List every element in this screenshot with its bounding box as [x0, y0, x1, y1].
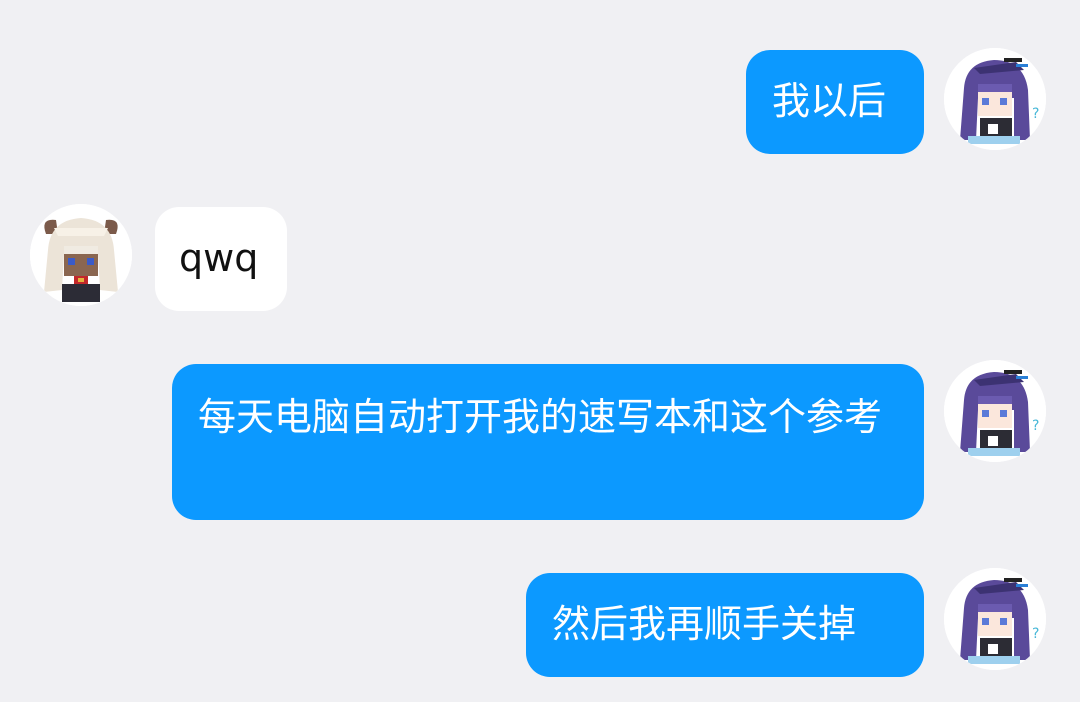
- message-text: 然后我再顺手关掉: [552, 602, 857, 646]
- message-text: qwq: [179, 236, 259, 280]
- self-avatar-icon[interactable]: [944, 360, 1046, 462]
- outgoing-message-bubble[interactable]: 然后我再顺手关掉: [526, 573, 924, 677]
- contact-avatar-icon[interactable]: [30, 204, 132, 306]
- incoming-message-bubble[interactable]: qwq: [155, 207, 287, 311]
- message-text: 每天电脑自动打开我的速写本和这个参考: [198, 395, 883, 439]
- self-avatar-icon[interactable]: [944, 48, 1046, 150]
- outgoing-message-bubble[interactable]: 我以后: [746, 50, 924, 154]
- outgoing-message-bubble[interactable]: 每天电脑自动打开我的速写本和这个参考: [172, 364, 924, 520]
- message-text: 我以后: [772, 79, 887, 123]
- self-avatar-icon[interactable]: [944, 568, 1046, 670]
